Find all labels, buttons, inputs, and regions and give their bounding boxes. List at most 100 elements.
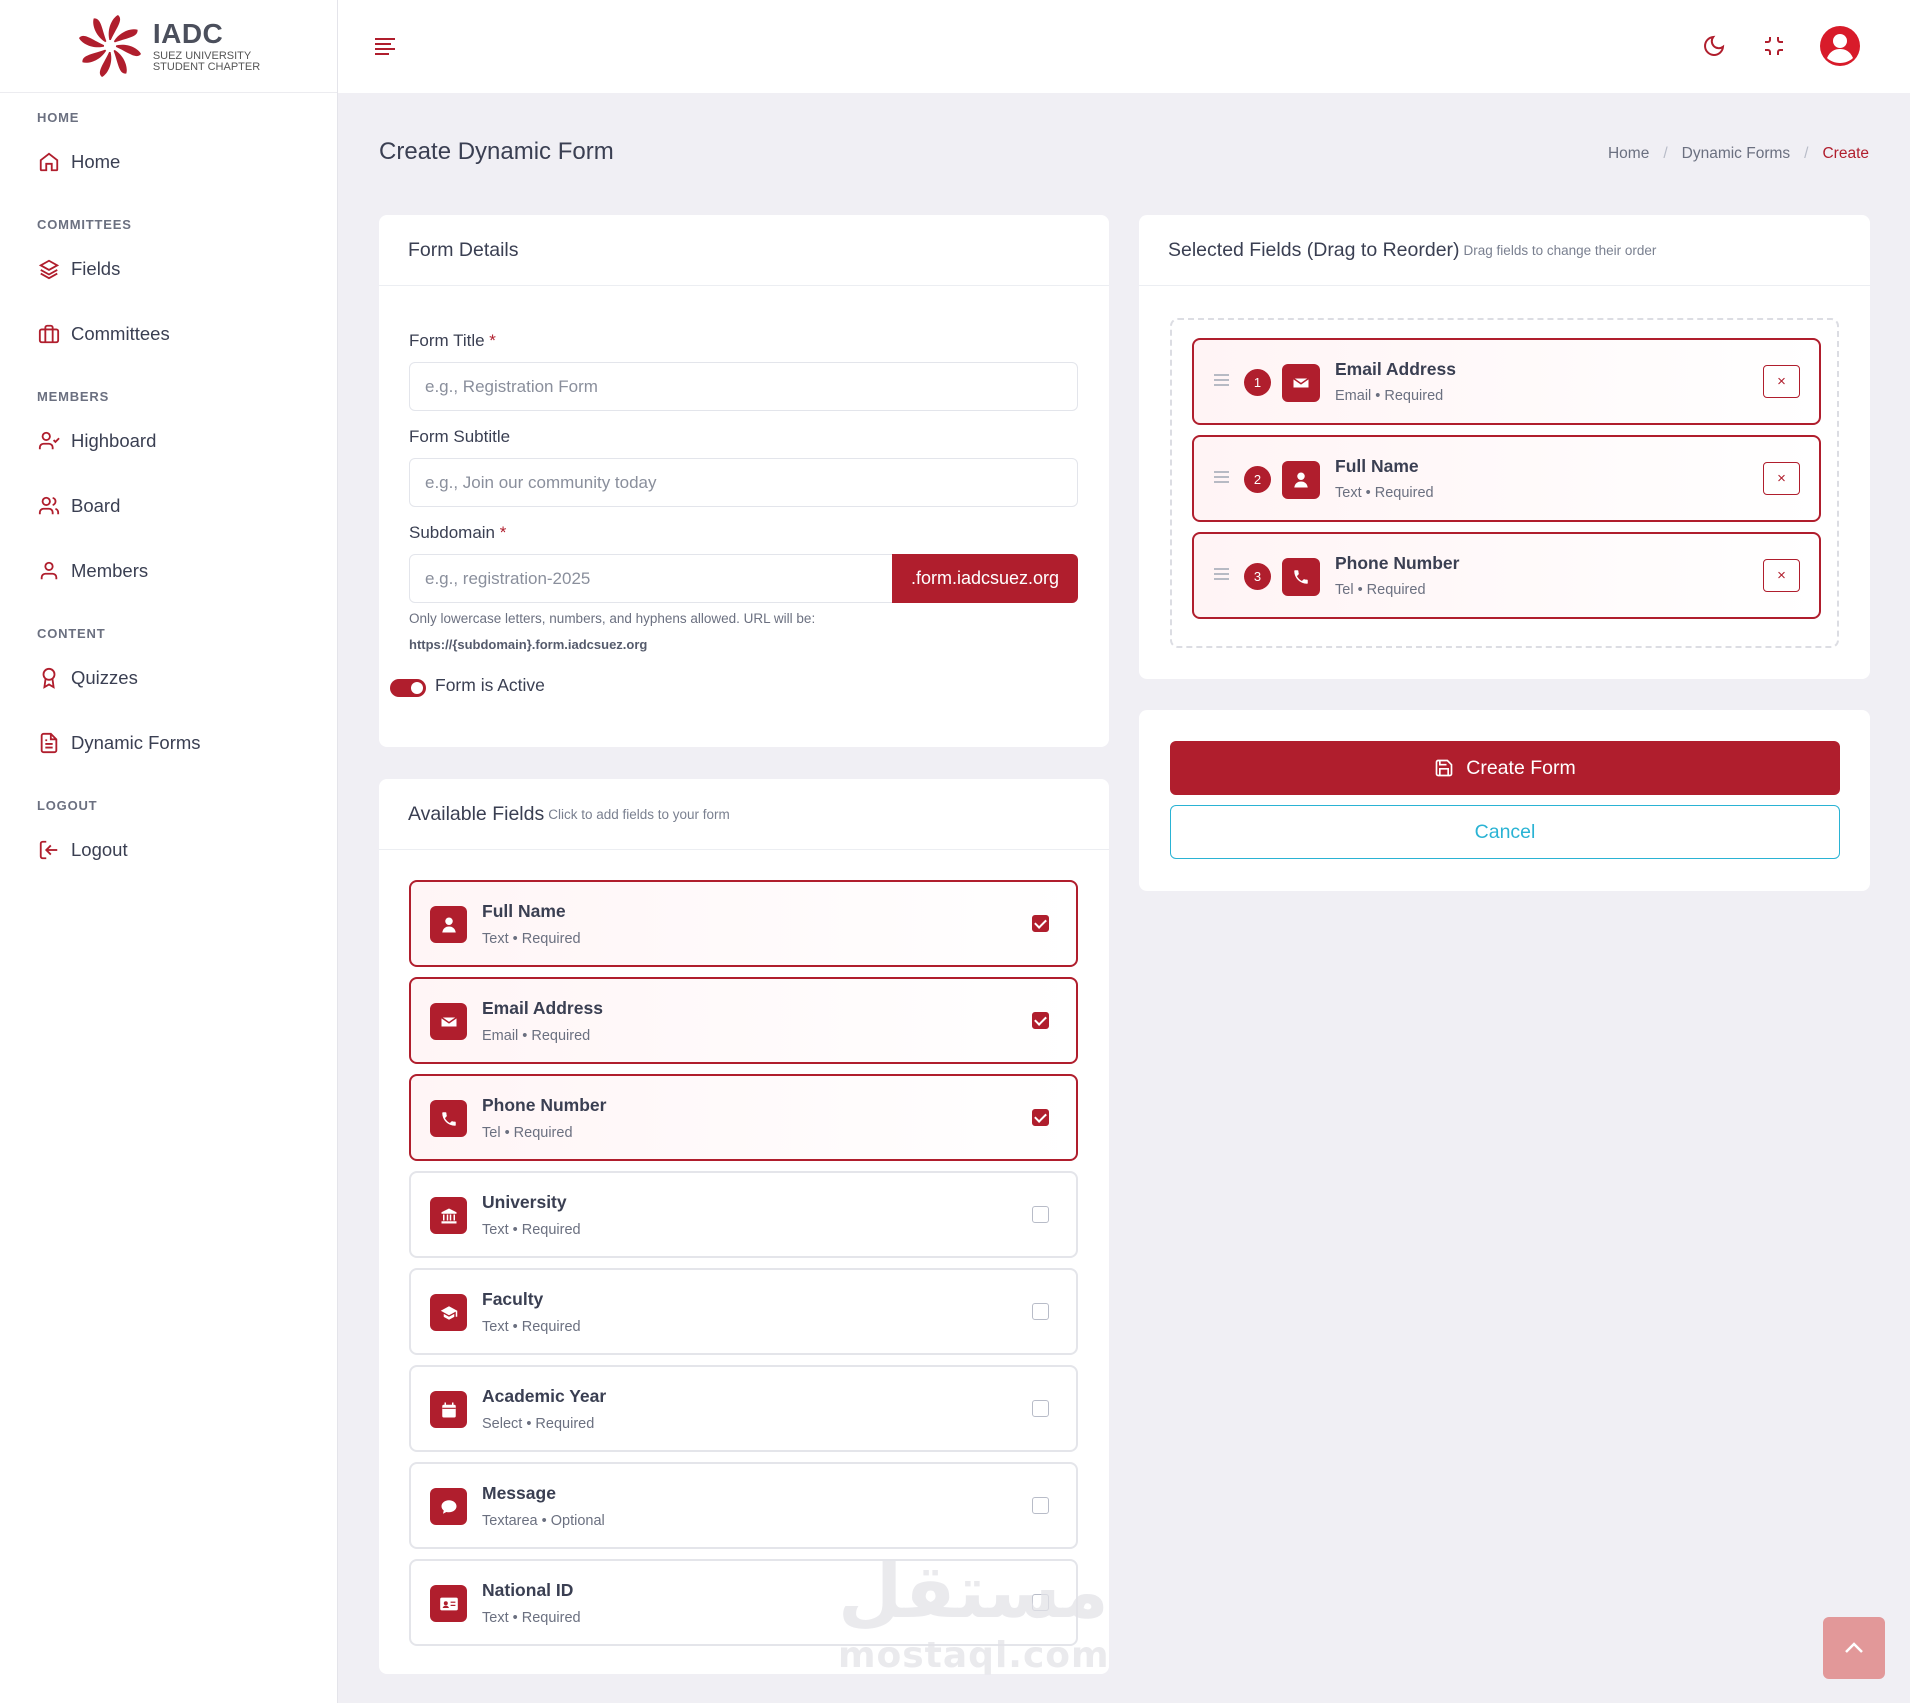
available-fields-card: Available Fields Click to add fields to … bbox=[379, 779, 1109, 1674]
field-meta: Text • Required bbox=[482, 931, 581, 947]
field-name: Email Address bbox=[1335, 359, 1456, 379]
watermark-latin: mostaql.com bbox=[838, 1635, 1110, 1676]
available-field-faculty[interactable]: Faculty Text • Required bbox=[409, 1268, 1078, 1355]
field-order-badge: 2 bbox=[1244, 466, 1271, 493]
selected-field-phone-number[interactable]: 3 Phone Number Tel • Required × bbox=[1192, 532, 1821, 619]
scroll-to-top-button[interactable] bbox=[1823, 1617, 1885, 1679]
user-icon bbox=[430, 906, 467, 943]
field-order-badge: 1 bbox=[1244, 369, 1271, 396]
selected-field-email-address[interactable]: 1 Email Address Email • Required × bbox=[1192, 338, 1821, 425]
field-checkbox[interactable] bbox=[1032, 1206, 1049, 1223]
subdomain-help-text: Only lowercase letters, numbers, and hyp… bbox=[409, 611, 816, 626]
field-checkbox[interactable] bbox=[1032, 1400, 1049, 1417]
chevron-up-icon bbox=[1845, 1642, 1863, 1653]
sidebar-item-quizzes[interactable]: Quizzes bbox=[0, 645, 337, 710]
subdomain-label: Subdomain * bbox=[409, 523, 506, 543]
brand-text: IADC SUEZ UNIVERSITY STUDENT CHAPTER bbox=[152, 19, 261, 73]
selected-field-full-name[interactable]: 2 Full Name Text • Required × bbox=[1192, 435, 1821, 522]
available-field-academic-year[interactable]: Academic Year Select • Required bbox=[409, 1365, 1078, 1452]
minimize-icon bbox=[1765, 37, 1783, 55]
sidebar-item-dynamic-forms[interactable]: Dynamic Forms bbox=[0, 710, 337, 775]
brand-subtitle-2: STUDENT CHAPTER bbox=[152, 60, 261, 73]
brand-logo[interactable]: IADC SUEZ UNIVERSITY STUDENT CHAPTER bbox=[0, 0, 337, 93]
available-fields-title: Available Fields bbox=[408, 802, 545, 825]
sidebar-item-fields[interactable]: Fields bbox=[0, 236, 337, 301]
breadcrumb-dynamic-forms[interactable]: Dynamic Forms bbox=[1682, 145, 1791, 163]
sidebar-item-logout[interactable]: Logout bbox=[0, 817, 337, 882]
drag-handle-icon[interactable] bbox=[1214, 374, 1229, 386]
field-name: University bbox=[482, 1192, 567, 1212]
create-form-label: Create Form bbox=[1466, 756, 1576, 779]
sidebar-item-board[interactable]: Board bbox=[0, 473, 337, 538]
field-checkbox[interactable] bbox=[1032, 1012, 1049, 1029]
field-checkbox[interactable] bbox=[1032, 915, 1049, 932]
subdomain-input[interactable]: e.g., registration-2025 bbox=[409, 554, 893, 603]
comment-icon bbox=[430, 1488, 467, 1525]
breadcrumb-separator: / bbox=[1804, 145, 1809, 162]
page-title: Create Dynamic Form bbox=[379, 138, 614, 165]
form-active-toggle[interactable] bbox=[390, 679, 426, 697]
drag-handle-icon[interactable] bbox=[1214, 471, 1229, 483]
field-order-badge: 3 bbox=[1244, 563, 1271, 590]
field-checkbox[interactable] bbox=[1032, 1303, 1049, 1320]
dark-mode-button[interactable] bbox=[1698, 30, 1730, 62]
field-name: Academic Year bbox=[482, 1386, 607, 1406]
field-checkbox[interactable] bbox=[1032, 1109, 1049, 1126]
calendar-icon bbox=[430, 1391, 467, 1428]
form-subtitle-input[interactable]: e.g., Join our community today bbox=[409, 458, 1078, 507]
available-fields-hint: Click to add fields to your form bbox=[548, 806, 730, 822]
nav-section-logout: LOGOUT bbox=[37, 798, 98, 813]
user-icon bbox=[37, 559, 61, 583]
subdomain-label-text: Subdomain bbox=[409, 523, 496, 542]
sidebar-item-committees[interactable]: Committees bbox=[0, 301, 337, 366]
available-field-phone-number[interactable]: Phone Number Tel • Required bbox=[409, 1074, 1078, 1161]
available-field-message[interactable]: Message Textarea • Optional bbox=[409, 1462, 1078, 1549]
moon-icon bbox=[1704, 35, 1725, 56]
user-avatar-button[interactable] bbox=[1820, 26, 1860, 66]
form-title-input[interactable]: e.g., Registration Form bbox=[409, 362, 1078, 411]
cancel-button[interactable]: Cancel bbox=[1170, 805, 1840, 859]
nav-section-members: MEMBERS bbox=[37, 389, 110, 404]
user-check-icon bbox=[37, 429, 61, 453]
breadcrumb-home[interactable]: Home bbox=[1608, 145, 1649, 163]
available-field-full-name[interactable]: Full Name Text • Required bbox=[409, 880, 1078, 967]
remove-field-button[interactable]: × bbox=[1763, 559, 1800, 592]
drag-handle-icon[interactable] bbox=[1214, 568, 1229, 580]
sidebar-item-label: Logout bbox=[71, 838, 128, 860]
field-meta: Text • Required bbox=[1335, 485, 1434, 501]
sidebar-item-label: Members bbox=[71, 559, 149, 581]
fullscreen-button[interactable] bbox=[1758, 30, 1790, 62]
layers-icon bbox=[37, 257, 61, 281]
field-checkbox[interactable] bbox=[1032, 1497, 1049, 1514]
sidebar-item-home[interactable]: Home bbox=[0, 129, 337, 194]
form-active-label: Form is Active bbox=[435, 675, 545, 695]
sidebar-item-highboard[interactable]: Highboard bbox=[0, 408, 337, 473]
required-marker: * bbox=[499, 523, 507, 542]
remove-field-button[interactable]: × bbox=[1763, 462, 1800, 495]
remove-field-button[interactable]: × bbox=[1763, 365, 1800, 398]
sidebar-item-members[interactable]: Members bbox=[0, 538, 337, 603]
watermark-arabic: مستقل bbox=[838, 1549, 1109, 1635]
create-form-button[interactable]: Create Form bbox=[1170, 741, 1840, 795]
selected-fields-dropzone[interactable]: 1 Email Address Email • Required × 2 Ful… bbox=[1170, 318, 1839, 648]
sidebar-item-label: Home bbox=[71, 150, 121, 172]
menu-toggle-button[interactable] bbox=[374, 36, 398, 56]
form-details-title: Form Details bbox=[408, 238, 519, 261]
envelope-icon bbox=[1282, 364, 1320, 402]
available-field-university[interactable]: University Text • Required bbox=[409, 1171, 1078, 1258]
sidebar-nav: HOME Home COMMITTEES Fields Committees M… bbox=[0, 93, 337, 882]
field-name: Full Name bbox=[1335, 456, 1419, 476]
watermark: مستقل mostaql.com bbox=[838, 1555, 1110, 1676]
field-name: Message bbox=[482, 1483, 556, 1503]
university-icon bbox=[430, 1197, 467, 1234]
field-name: National ID bbox=[482, 1580, 574, 1600]
topbar bbox=[338, 0, 1910, 93]
field-meta: Text • Required bbox=[482, 1222, 581, 1238]
nav-section-home: HOME bbox=[37, 110, 80, 125]
sidebar: IADC SUEZ UNIVERSITY STUDENT CHAPTER HOM… bbox=[0, 0, 338, 1703]
field-meta: Email • Required bbox=[1335, 388, 1444, 404]
field-meta: Tel • Required bbox=[1335, 582, 1426, 598]
user-icon bbox=[1282, 461, 1320, 499]
available-field-email-address[interactable]: Email Address Email • Required bbox=[409, 977, 1078, 1064]
envelope-icon bbox=[430, 1003, 467, 1040]
